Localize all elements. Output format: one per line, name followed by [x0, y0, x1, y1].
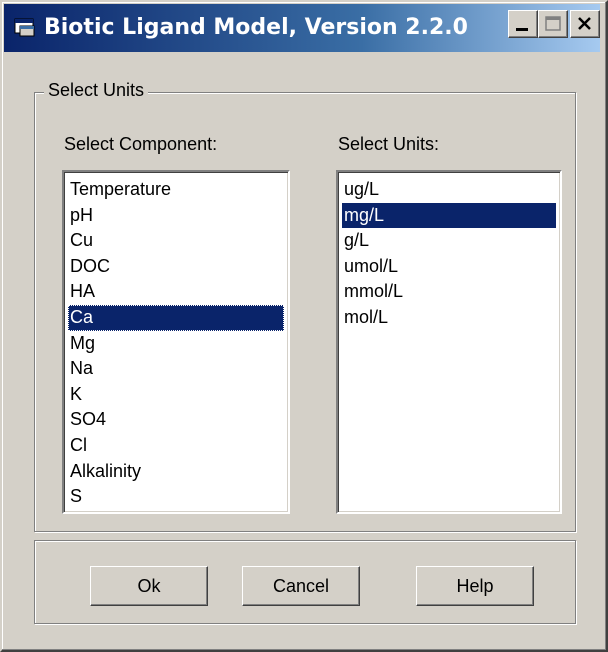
- close-button[interactable]: [570, 10, 600, 38]
- list-item[interactable]: K: [68, 382, 284, 408]
- minimize-button[interactable]: [508, 10, 538, 38]
- select-component-label: Select Component:: [64, 134, 218, 154]
- list-item[interactable]: SO4: [68, 407, 284, 433]
- list-item[interactable]: S: [68, 484, 284, 510]
- list-item[interactable]: umol/L: [342, 254, 556, 280]
- list-item[interactable]: mmol/L: [342, 279, 556, 305]
- list-item[interactable]: ug/L: [342, 177, 556, 203]
- list-item[interactable]: Alkalinity: [68, 459, 284, 485]
- groupbox-legend: Select Units: [44, 78, 149, 102]
- list-item[interactable]: HA: [68, 279, 284, 305]
- list-item[interactable]: DOC: [68, 254, 284, 280]
- list-item[interactable]: Cl: [68, 433, 284, 459]
- list-item[interactable]: Mg: [68, 331, 284, 357]
- list-item[interactable]: pH: [68, 203, 284, 229]
- maximize-icon: [545, 16, 561, 31]
- list-item[interactable]: Na: [68, 356, 284, 382]
- maximize-button[interactable]: [538, 10, 568, 38]
- list-item[interactable]: mg/L: [342, 202, 556, 229]
- app-window-icon: [14, 18, 35, 37]
- list-item[interactable]: Ca: [68, 304, 284, 331]
- units-listbox[interactable]: ug/L mg/L g/L umol/L mmol/L mol/L: [336, 170, 562, 514]
- component-listbox[interactable]: Temperature pH Cu DOC HA Ca Mg Na K SO4 Cl Alkalini…: [62, 170, 290, 514]
- list-item[interactable]: Cu: [68, 228, 284, 254]
- close-icon: [578, 17, 591, 30]
- minimize-icon: [516, 28, 528, 31]
- list-item[interactable]: Temperature: [68, 177, 284, 203]
- ok-button[interactable]: Ok: [90, 566, 208, 606]
- window-title: Biotic Ligand Model, Version 2.2.0: [44, 15, 468, 40]
- list-item[interactable]: g/L: [342, 228, 556, 254]
- list-item[interactable]: mol/L: [342, 305, 556, 331]
- select-units-label: Select Units:: [338, 134, 440, 154]
- cancel-button[interactable]: Cancel: [242, 566, 360, 606]
- help-button[interactable]: Help: [416, 566, 534, 606]
